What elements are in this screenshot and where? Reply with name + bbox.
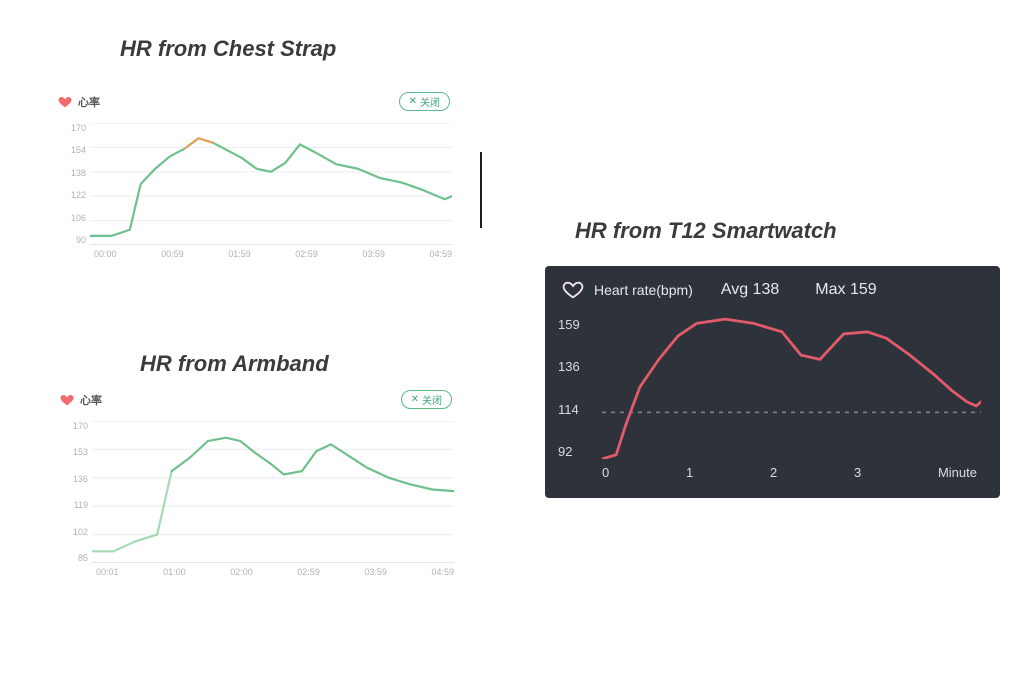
x-axis-ticks: 0 1 2 3 Minute xyxy=(602,463,977,481)
y-tick: 153 xyxy=(73,447,88,457)
close-button[interactable]: ✕ 关闭 xyxy=(401,390,452,409)
chart-metric-label: 心率 xyxy=(80,392,102,408)
plot-svg xyxy=(92,421,454,563)
y-tick: 154 xyxy=(71,145,86,155)
x-tick: 3 xyxy=(854,465,861,480)
y-tick: 170 xyxy=(73,421,88,431)
y-tick: 170 xyxy=(71,123,86,133)
y-tick: 159 xyxy=(558,317,580,332)
metric-label: Heart rate(bpm) xyxy=(594,282,693,298)
heart-icon xyxy=(58,95,72,109)
chart-card-chest: 心率 ✕ 关闭 170 154 138 122 106 90 xyxy=(56,88,456,263)
y-tick: 85 xyxy=(78,553,88,563)
y-tick: 138 xyxy=(71,168,86,178)
heart-icon xyxy=(562,279,584,301)
close-label: 关闭 xyxy=(422,392,442,407)
x-axis-ticks: 00:01 01:00 02:00 02:59 03:59 04:59 xyxy=(96,567,454,581)
close-label: 关闭 xyxy=(420,94,440,109)
chart-header-dark: Heart rate(bpm) Avg 138 Max 159 xyxy=(546,267,999,305)
max-stat: Max 159 xyxy=(815,281,876,299)
section-title-smartwatch: HR from T12 Smartwatch xyxy=(575,218,837,244)
y-tick: 122 xyxy=(71,190,86,200)
x-tick: 0 xyxy=(602,465,609,480)
x-tick: 02:59 xyxy=(295,249,318,263)
y-tick: 92 xyxy=(558,444,572,459)
x-tick: 02:59 xyxy=(297,567,320,581)
chart-plot: 159 136 114 92 0 1 2 3 Minute xyxy=(558,317,987,481)
x-axis-ticks: 00:00 00:59 01:59 02:59 03:59 04:59 xyxy=(94,249,452,263)
x-tick: 04:59 xyxy=(429,249,452,263)
y-axis-ticks: 170 153 136 119 102 85 xyxy=(58,421,92,563)
chart-plot: 170 154 138 122 106 90 00:00 00:59 01:59 xyxy=(56,123,456,263)
chart-plot: 170 153 136 119 102 85 00:01 01:00 02:00 xyxy=(58,421,458,581)
y-tick: 106 xyxy=(71,213,86,223)
heart-icon xyxy=(60,393,74,407)
y-tick: 136 xyxy=(73,474,88,484)
plot-svg-wrap xyxy=(602,317,981,459)
plot-svg-wrap xyxy=(92,421,454,563)
y-tick: 90 xyxy=(76,235,86,245)
close-button[interactable]: ✕ 关闭 xyxy=(399,92,450,111)
chart-card-smartwatch: Heart rate(bpm) Avg 138 Max 159 159 136 … xyxy=(545,266,1000,498)
chart-header-left: 心率 xyxy=(58,94,100,110)
y-tick: 114 xyxy=(558,402,579,417)
plot-svg-wrap xyxy=(90,123,452,245)
x-tick: 03:59 xyxy=(364,567,387,581)
close-icon: ✕ xyxy=(409,97,417,107)
chart-card-armband: 心率 ✕ 关闭 170 153 136 119 102 85 xyxy=(58,386,458,581)
y-axis-ticks: 159 136 114 92 xyxy=(558,317,596,459)
x-tick: 00:59 xyxy=(161,249,184,263)
x-tick: 2 xyxy=(770,465,777,480)
close-icon: ✕ xyxy=(411,395,419,405)
x-tick: 00:01 xyxy=(96,567,119,581)
plot-svg xyxy=(602,317,981,459)
x-tick: 02:00 xyxy=(230,567,253,581)
chart-header-left: 心率 xyxy=(60,392,102,408)
x-tick: 01:59 xyxy=(228,249,251,263)
x-tick: 03:59 xyxy=(362,249,385,263)
avg-stat: Avg 138 xyxy=(721,281,779,299)
y-axis-ticks: 170 154 138 122 106 90 xyxy=(56,123,90,245)
section-title-armband: HR from Armband xyxy=(140,351,329,377)
y-tick: 136 xyxy=(558,359,580,374)
x-tick: 1 xyxy=(686,465,693,480)
stats: Avg 138 Max 159 xyxy=(721,281,877,299)
plot-svg xyxy=(90,123,452,245)
vertical-divider xyxy=(480,152,482,228)
chart-header: 心率 ✕ 关闭 xyxy=(58,386,458,413)
chart-header: 心率 ✕ 关闭 xyxy=(56,88,456,115)
section-title-chest: HR from Chest Strap xyxy=(120,36,336,62)
x-tick: 04:59 xyxy=(431,567,454,581)
chart-metric-label: 心率 xyxy=(78,94,100,110)
x-axis-unit: Minute xyxy=(938,465,977,480)
x-tick: 00:00 xyxy=(94,249,117,263)
y-tick: 102 xyxy=(73,527,88,537)
y-tick: 119 xyxy=(74,500,88,510)
x-tick: 01:00 xyxy=(163,567,186,581)
